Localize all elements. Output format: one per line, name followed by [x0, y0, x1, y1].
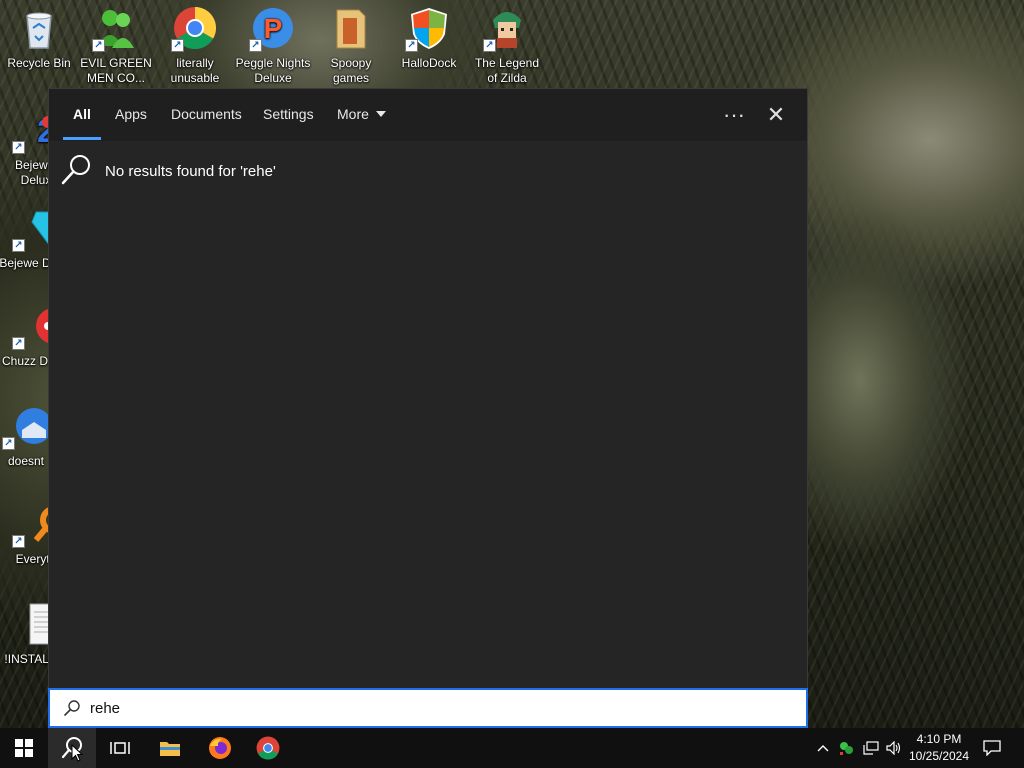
desktop-icon-label: HalloDock: [401, 56, 457, 70]
search-box[interactable]: [48, 688, 808, 728]
chrome-icon: [256, 736, 280, 760]
search-results-panel: All Apps Documents Settings More ··· ✕ N…: [48, 88, 808, 728]
shortcut-arrow-icon: ↗: [12, 239, 25, 252]
windows-shield-icon: ↗: [405, 6, 451, 52]
search-input[interactable]: [90, 693, 770, 723]
chrome-icon: ↗: [171, 6, 217, 52]
text-file-icon: [8, 602, 57, 646]
no-results-row: No results found for 'rehe': [61, 153, 276, 189]
desktop-icon-label: EVIL GREEN MEN CO...: [80, 56, 152, 85]
tray-app-button[interactable]: [836, 728, 856, 768]
tab-more-label: More: [337, 106, 369, 122]
network-button[interactable]: [860, 728, 882, 768]
peggle-icon: P ↗: [249, 6, 295, 52]
desktop-icon-label: Spoopy games: [330, 56, 372, 85]
desktop-icon-recycle-bin[interactable]: Recycle Bin: [1, 6, 77, 71]
taskbar-clock[interactable]: 4:10 PM 10/25/2024: [904, 731, 974, 765]
chevron-up-icon: [817, 745, 829, 752]
show-hidden-icons-button[interactable]: [814, 728, 832, 768]
shortcut-arrow-icon: ↗: [12, 141, 25, 154]
start-icon: [15, 739, 33, 757]
clock-date: 10/25/2024: [908, 749, 970, 763]
shortcut-arrow-icon: ↗: [483, 39, 496, 52]
shortcut-arrow-icon: ↗: [2, 437, 15, 450]
start-button[interactable]: [0, 728, 48, 768]
tab-documents[interactable]: Documents: [171, 89, 242, 141]
tab-all[interactable]: All: [73, 89, 91, 141]
shortcut-arrow-icon: ↗: [405, 39, 418, 52]
network-green-icon: [840, 742, 853, 755]
clock-time: 4:10 PM: [916, 732, 962, 746]
file-explorer-button[interactable]: [146, 728, 194, 768]
search-tab-bar: All Apps Documents Settings More ··· ✕: [49, 89, 807, 141]
active-tab-indicator: [63, 137, 101, 140]
task-view-button[interactable]: [96, 728, 144, 768]
caret-down-icon: [375, 111, 386, 118]
desktop-icon-evil-green-men[interactable]: ↗ EVIL GREEN MEN CO...: [78, 6, 154, 86]
shortcut-arrow-icon: ↗: [12, 337, 25, 350]
shortcut-arrow-icon: ↗: [12, 535, 25, 548]
network-icon: [863, 741, 879, 755]
desktop-icon-peggle[interactable]: P ↗ Peggle Nights Deluxe: [235, 6, 311, 86]
more-options-button[interactable]: ···: [718, 99, 750, 131]
search-icon: [54, 699, 90, 717]
taskbar: 4:10 PM 10/25/2024: [0, 728, 1024, 768]
desktop-icon-legend-of-zilda[interactable]: ↗ The Legend of Zilda: [469, 6, 545, 86]
folder-icon: [329, 6, 373, 50]
desktop-icon-label: Peggle Nights Deluxe: [235, 56, 311, 85]
firefox-button[interactable]: [196, 728, 244, 768]
close-button[interactable]: ✕: [760, 99, 792, 131]
shortcut-arrow-icon: ↗: [171, 39, 184, 52]
task-view-icon: [110, 742, 130, 754]
tab-apps[interactable]: Apps: [115, 89, 147, 141]
shortcut-arrow-icon: ↗: [92, 39, 105, 52]
desktop-icon-label: Recycle Bin: [7, 56, 71, 70]
file-explorer-icon: [160, 742, 180, 756]
firefox-icon: [209, 737, 231, 759]
desktop-icon-label: The Legend of Zilda: [474, 56, 540, 85]
notification-icon: [983, 740, 1001, 756]
desktop-icon-spoopy-games[interactable]: Spoopy games: [313, 6, 389, 86]
desktop-icon-label: literally unusable: [170, 56, 220, 85]
thunderbird-icon: ↗: [2, 404, 52, 450]
desktop-icon-hallodock[interactable]: ↗ HalloDock: [391, 6, 467, 71]
zilda-icon: ↗: [483, 6, 529, 52]
tab-settings[interactable]: Settings: [263, 89, 314, 141]
desktop-icon-literally-unusable[interactable]: ↗ literally unusable: [157, 6, 233, 86]
tab-more[interactable]: More: [337, 89, 386, 141]
no-results-message: No results found for 'rehe': [105, 162, 276, 180]
mouse-cursor-icon: [71, 744, 83, 762]
green-men-icon: ↗: [92, 6, 138, 52]
chrome-button[interactable]: [244, 728, 292, 768]
search-magnifier-icon: [61, 153, 105, 189]
action-center-button[interactable]: [978, 728, 1006, 768]
volume-icon: [886, 741, 901, 755]
svg-text:P: P: [264, 13, 283, 44]
recycle-bin-icon: [17, 6, 61, 50]
shortcut-arrow-icon: ↗: [249, 39, 262, 52]
volume-button[interactable]: [884, 728, 904, 768]
